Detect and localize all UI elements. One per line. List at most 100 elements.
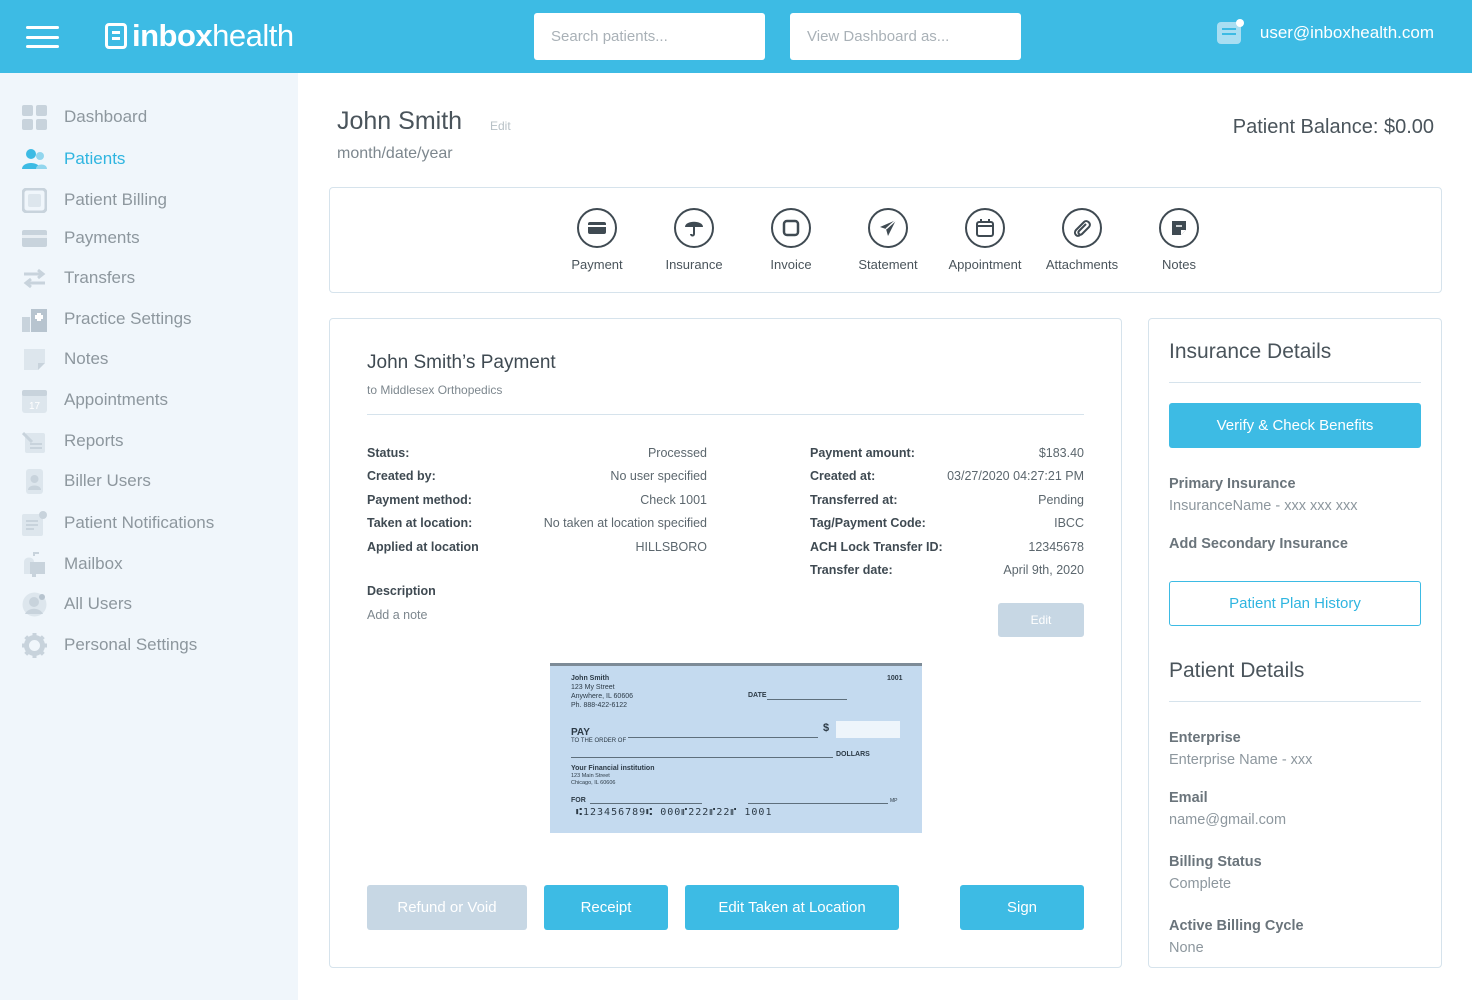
sidebar-item-reports[interactable]: Reports [0, 423, 298, 459]
sidebar-item-label: Mailbox [64, 554, 123, 573]
action-payment[interactable]: Payment [550, 208, 644, 272]
action-attachments[interactable]: Attachments [1035, 208, 1129, 272]
action-appointment[interactable]: Appointment [938, 208, 1032, 272]
sidebar-item-notes[interactable]: Notes [0, 341, 298, 377]
note-icon [1172, 221, 1186, 235]
sidebar-item-patient-billing[interactable]: Patient Billing [0, 182, 298, 218]
sidebar-item-biller-users[interactable]: Biller Users [0, 463, 298, 499]
check-signature-line [748, 803, 888, 804]
field-key: Transfer date: [810, 563, 893, 577]
check-payer-name: John Smith [571, 675, 610, 682]
logo-rest: health [212, 18, 294, 53]
field-created-at: Created at: 03/27/2020 04:27:21 PM [810, 469, 1084, 483]
sidebar-item-appointments[interactable]: 17 Appointments [0, 382, 298, 418]
check-amount-words-line [571, 757, 833, 758]
patient-dob: month/date/year [337, 145, 453, 162]
field-value: Processed [647, 446, 707, 460]
insurance-details-title: Insurance Details [1169, 340, 1332, 363]
refund-or-void-button[interactable]: Refund or Void [367, 885, 527, 930]
action-insurance[interactable]: Insurance [647, 208, 741, 272]
field-value: No user specified [610, 469, 707, 483]
sidebar: Dashboard Patients Patient Billing Payme… [0, 73, 298, 1000]
chat-icon[interactable] [1216, 19, 1244, 44]
sidebar-item-personal-settings[interactable]: Personal Settings [0, 627, 298, 663]
field-key: Payment method: [367, 493, 472, 507]
hamburger-menu-icon[interactable] [26, 26, 59, 48]
building-icon [22, 308, 47, 332]
divider [1169, 382, 1421, 383]
description-note[interactable]: Add a note [367, 608, 427, 622]
sidebar-item-label: Reports [64, 431, 124, 450]
sidebar-item-patient-notifications[interactable]: Patient Notifications [0, 505, 298, 541]
field-key: Created at: [810, 469, 876, 483]
check-micr-line: ⑆123456789⑆ 000⑈222⑈22⑈ 1001 [576, 807, 773, 818]
sidebar-item-transfers[interactable]: Transfers [0, 260, 298, 296]
sidebar-item-all-users[interactable]: All Users [0, 586, 298, 622]
mailbox-icon [24, 551, 45, 577]
field-value: Check 1001 [640, 493, 707, 507]
check-dollars-label: DOLLARS [836, 751, 870, 758]
action-invoice[interactable]: Invoice [744, 208, 838, 272]
calendar-icon [976, 219, 994, 237]
patient-plan-history-button[interactable]: Patient Plan History [1169, 581, 1421, 626]
paperclip-icon [1073, 220, 1091, 237]
user-menu[interactable]: user@inboxhealth.com [1216, 19, 1434, 44]
check-bank-address: Chicago, IL 60606 [571, 780, 616, 786]
all-users-icon [22, 592, 47, 616]
notification-icon [22, 510, 47, 536]
view-dashboard-as-input[interactable] [790, 13, 1021, 60]
field-tag-payment-code: Tag/Payment Code: IBCC [810, 516, 1084, 530]
verify-check-benefits-button[interactable]: Verify & Check Benefits [1169, 403, 1421, 448]
patient-balance: Patient Balance: $0.00 [1232, 116, 1434, 138]
sidebar-item-label: Patient Notifications [64, 513, 215, 532]
edit-taken-at-location-button[interactable]: Edit Taken at Location [685, 885, 899, 930]
sidebar-item-label: All Users [64, 594, 133, 613]
sidebar-item-practice-settings[interactable]: Practice Settings [0, 301, 298, 337]
description-label: Description [367, 584, 436, 598]
sidebar-item-label: Practice Settings [64, 309, 192, 328]
patient-details-title: Patient Details [1169, 659, 1305, 682]
divider [367, 414, 1084, 415]
dashboard-grid-icon [22, 104, 47, 130]
paper-plane-icon [880, 219, 897, 236]
logo-brand: inbox [132, 18, 213, 53]
sidebar-item-payments[interactable]: Payments [0, 220, 298, 256]
field-created-by: Created by: No user specified [367, 469, 707, 483]
action-label: Invoice [770, 257, 812, 272]
sidebar-item-patients[interactable]: Patients [0, 141, 298, 177]
field-key: Status: [367, 446, 410, 460]
primary-insurance-value: InsuranceName - xxx xxx xxx [1169, 498, 1358, 514]
patients-icon [22, 148, 47, 169]
field-status: Status: Processed [367, 446, 707, 460]
check-pay-label: PAY [571, 727, 590, 738]
gear-icon [22, 632, 47, 658]
field-value: Pending [1038, 493, 1084, 507]
payment-subtitle: to Middlesex Orthopedics [367, 383, 503, 397]
note-icon [24, 348, 45, 370]
edit-description-button[interactable]: Edit [998, 603, 1084, 637]
reports-icon [22, 431, 45, 453]
sign-button[interactable]: Sign [960, 885, 1084, 930]
sidebar-item-label: Patient Billing [64, 190, 168, 209]
action-notes[interactable]: Notes [1132, 208, 1226, 272]
action-statement[interactable]: Statement [841, 208, 935, 272]
sidebar-item-label: Notes [64, 349, 109, 368]
field-key: Payment amount: [810, 446, 915, 460]
app-logo[interactable]: inboxhealth [105, 18, 294, 54]
search-patients-input[interactable] [534, 13, 765, 60]
add-secondary-insurance-link[interactable]: Add Secondary Insurance [1169, 536, 1348, 552]
receipt-button[interactable]: Receipt [544, 885, 668, 930]
patient-name: John Smith [337, 107, 463, 135]
field-value: 03/27/2020 04:27:21 PM [947, 469, 1084, 483]
top-navbar: inboxhealth user@inboxhealth.com [0, 0, 1472, 73]
sidebar-item-label: Dashboard [64, 107, 148, 126]
credit-card-icon [22, 229, 47, 247]
edit-patient-link[interactable]: Edit [490, 119, 511, 133]
email-label: Email [1169, 790, 1208, 806]
field-transfer-date: Transfer date: April 9th, 2020 [810, 563, 1084, 577]
sidebar-item-dashboard[interactable]: Dashboard [0, 99, 298, 135]
field-key: Created by: [367, 469, 436, 483]
sidebar-item-mailbox[interactable]: Mailbox [0, 546, 298, 582]
field-payment-method: Payment method: Check 1001 [367, 493, 707, 507]
field-ach-lock-transfer-id: ACH Lock Transfer ID: 12345678 [810, 540, 1084, 554]
